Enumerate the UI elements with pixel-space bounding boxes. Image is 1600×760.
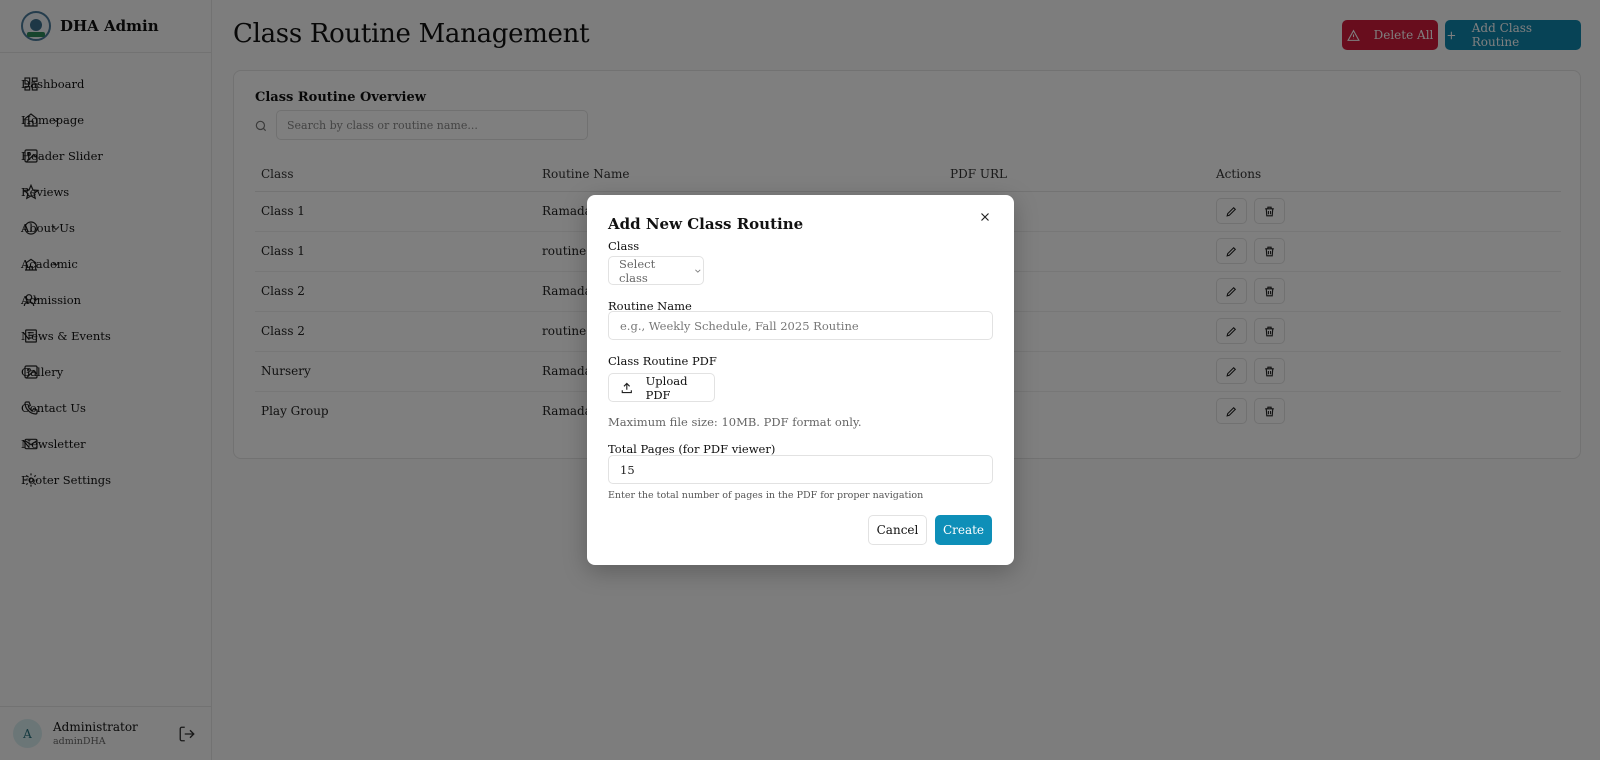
cancel-button[interactable]: Cancel	[868, 515, 927, 545]
total-pages-input[interactable]	[608, 455, 993, 484]
dialog-title: Add New Class Routine	[608, 215, 804, 233]
class-label: Class	[608, 239, 640, 253]
routine-name-input[interactable]	[608, 311, 993, 340]
class-select[interactable]: Select class	[608, 256, 704, 285]
upload-pdf-button[interactable]: Upload PDF	[608, 373, 715, 402]
upload-pdf-label: Upload PDF	[645, 373, 688, 402]
close-icon[interactable]	[978, 209, 992, 223]
add-routine-dialog: Add New Class Routine Class Select class…	[587, 195, 1014, 565]
total-pages-hint: Enter the total number of pages in the P…	[608, 490, 924, 501]
create-button[interactable]: Create	[935, 515, 992, 545]
upload-icon	[621, 382, 632, 393]
pdf-label: Class Routine PDF	[608, 354, 717, 368]
file-size-hint: Maximum file size: 10MB. PDF format only…	[608, 415, 862, 429]
total-pages-label: Total Pages (for PDF viewer)	[608, 442, 776, 456]
class-select-value: Select class	[619, 256, 656, 285]
chevron-down-icon	[695, 269, 701, 273]
